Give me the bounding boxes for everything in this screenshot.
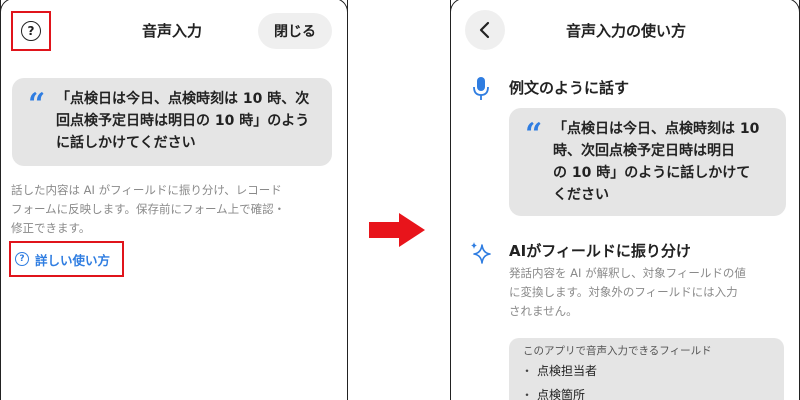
description-line: 発話内容を AI が解釈し、対象フィールドの値 [509,266,746,280]
voice-input-screen: ? 音声入力 閉じる “ 「点検日は今日、点検時刻は 10 時、次 回点検予定日… [0,0,348,400]
example-quote-box: “ 「点検日は今日、点検時刻は 10 時、次 回点検予定日時は明日の 10 時」… [12,78,332,166]
question-circle-icon: ? [15,252,29,266]
example-line: 「点検日は今日、点検時刻は 10 時、次 [56,91,310,107]
example-line: 回点検予定日時は明日の 10 時」のよう [56,113,310,129]
example-text: 「点検日は今日、点検時刻は 10 時、次 回点検予定日時は明日の 10 時」のよ… [56,88,309,154]
quote-icon: “ [28,87,46,122]
back-button[interactable] [465,10,505,50]
fields-heading: このアプリで音声入力できるフィールド [523,345,712,357]
help-button[interactable]: ? [11,11,51,51]
detailed-usage-link[interactable]: ? 詳しい使い方 [9,241,124,277]
microphone-icon [473,77,489,100]
field-list-item: ・点検担当者 [521,362,597,379]
example-quote-box: “ 「点検日は今日、点検時刻は 10 時、次回点検予定日時は明日 の 10 時」… [509,108,786,216]
description-text: 話した内容は AI がフィールドに振り分け、レコード フォームに反映します。保存… [11,181,285,238]
example-line: の 10 時」のように話しかけて [553,165,751,181]
field-name: 点検箇所 [537,388,586,400]
right-arrow-icon [369,213,425,247]
field-name: 点検担当者 [537,364,598,378]
example-line: ください [553,187,609,203]
description-line: フォームに反映します。保存前にフォーム上で確認・ [11,202,286,216]
section-title-ai-assign: AIがフィールドに振り分け [509,242,691,260]
detailed-usage-label: 詳しい使い方 [35,252,111,268]
description-line: に変換します。対象外のフィールドには入力 [509,285,738,299]
example-line: に話しかけてください [56,135,196,151]
section-title-speak: 例文のように話す [509,79,630,97]
bullet-icon: ・ [521,364,534,378]
ai-description-text: 発話内容を AI が解釈し、対象フィールドの値 に変換します。対象外のフィールド… [509,264,746,321]
example-line: 時、次回点検予定日時は明日 [553,143,735,159]
available-fields-box: このアプリで音声入力できるフィールド ・点検担当者 ・点検箇所 [509,338,784,400]
bullet-icon: ・ [521,388,534,400]
field-list-item: ・点検箇所 [521,386,585,400]
screen-title: 音声入力の使い方 [566,22,687,40]
question-circle-icon: ? [21,21,41,41]
close-button[interactable]: 閉じる [258,13,332,49]
quote-icon: “ [525,117,543,152]
screen-title: 音声入力 [142,22,203,40]
chevron-left-icon [479,21,490,39]
description-line: 修正できます。 [11,221,91,235]
description-line: 話した内容は AI がフィールドに振り分け、レコード [11,183,282,197]
example-line: 「点検日は今日、点検時刻は 10 [553,121,760,137]
sparkle-icon [471,242,491,264]
description-line: されません。 [509,304,578,318]
voice-input-help-screen: 音声入力の使い方 例文のように話す “ 「点検日は今日、点検時刻は 10 時、次… [450,0,800,400]
example-text: 「点検日は今日、点検時刻は 10 時、次回点検予定日時は明日 の 10 時」のよ… [553,118,759,206]
